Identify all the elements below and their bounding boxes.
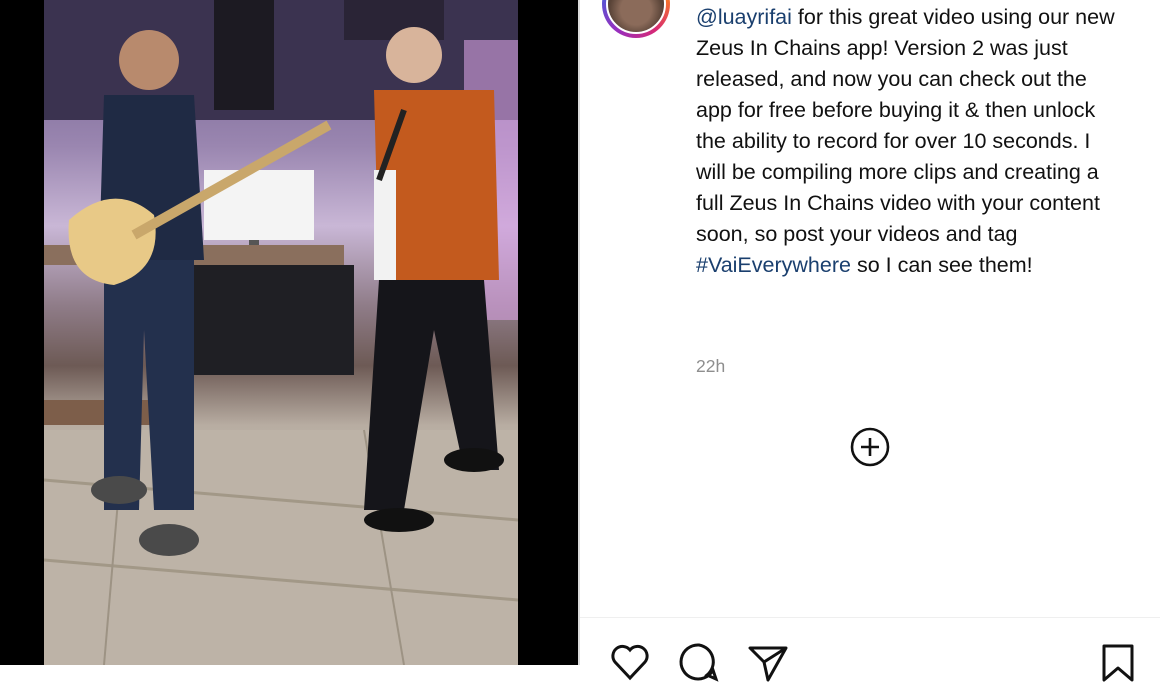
post-media[interactable] [0, 0, 578, 665]
caption-text: for this great video using our new Zeus … [696, 5, 1115, 246]
mention-link[interactable]: @luayrifai [696, 5, 792, 29]
video-still-image [44, 0, 518, 665]
send-icon[interactable] [746, 640, 790, 684]
bookmark-icon[interactable] [1096, 640, 1140, 684]
avatar[interactable] [606, 0, 666, 34]
caption-text-end: so I can see them! [856, 253, 1033, 277]
avatar-story-ring[interactable] [602, 0, 670, 38]
post-details-panel: @luayrifai for this great video using ou… [580, 0, 1160, 682]
post-caption: @luayrifai for this great video using ou… [696, 2, 1126, 281]
heart-icon[interactable] [608, 640, 652, 684]
hashtag-link[interactable]: #VaiEverywhere [696, 253, 851, 277]
plus-circle-icon[interactable] [850, 427, 890, 467]
post-timestamp[interactable]: 22h [696, 356, 725, 377]
video-frame[interactable] [44, 0, 518, 665]
comment-icon[interactable] [677, 640, 721, 684]
actions-divider [580, 617, 1160, 618]
